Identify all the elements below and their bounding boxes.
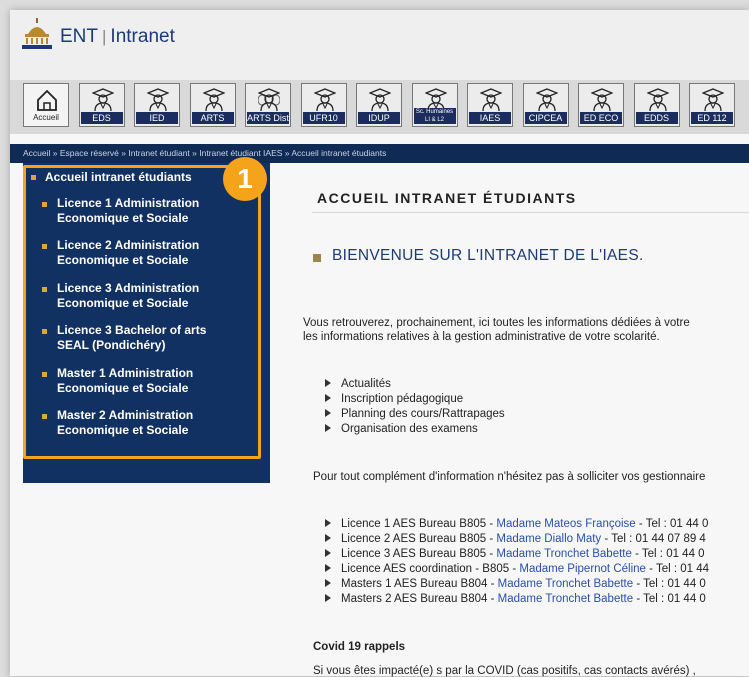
nav-item-label: ED ECO	[580, 112, 622, 124]
graduate-cloud-icon	[258, 88, 280, 112]
contact-link[interactable]: Madame Pipernot Céline	[519, 563, 646, 575]
logo-ent-text: ENT	[60, 26, 98, 47]
graduate-icon	[369, 88, 391, 112]
graduate-icon	[480, 88, 502, 112]
home-icon	[37, 89, 57, 111]
contact-link[interactable]: Madame Tronchet Babette	[498, 578, 634, 590]
contact-link[interactable]: Madame Tronchet Babette	[498, 593, 634, 605]
triangle-bullet-icon	[325, 409, 331, 417]
logo-separator: |	[102, 27, 107, 46]
graduate-icon	[646, 88, 669, 112]
contact-phone: - Tel : 01 44 0	[633, 593, 706, 605]
triangle-bullet-icon	[325, 379, 331, 387]
triangle-bullet-icon	[325, 549, 331, 557]
contact-link[interactable]: Madame Diallo Maty	[496, 533, 601, 545]
contact-phone: - Tel : 01 44 07 89 4	[601, 533, 706, 545]
topic-label: Actualités	[341, 378, 391, 390]
breadcrumb: Accueil » Espace réservé » Intranet étud…	[10, 144, 749, 163]
nav-item-label: ARTS Dist	[247, 112, 289, 124]
contact-item: Masters 1 AES Bureau B804 - Madame Tronc…	[325, 578, 706, 590]
triangle-bullet-icon	[325, 519, 331, 527]
nav-item-label: Accueil	[33, 113, 59, 122]
contact-intro: Pour tout complément d'information n'hés…	[313, 471, 706, 483]
nav-item-accueil[interactable]: Accueil	[23, 83, 69, 127]
contact-item: Licence 1 AES Bureau B805 - Madame Mateo…	[325, 518, 708, 530]
nav-item-iaes[interactable]: IAES	[467, 83, 513, 127]
graduate-icon	[591, 88, 613, 112]
contact-item: Licence 2 AES Bureau B805 - Madame Diall…	[325, 533, 706, 545]
nav-item-sc-humaines-li-l2[interactable]: Sc. Humaines LI & L2	[411, 83, 458, 127]
nav-item-label: UFR10	[302, 112, 345, 124]
contact-phone: - Tel : 01 44 0	[635, 518, 709, 530]
nav-item-eds[interactable]: EDS	[78, 83, 125, 127]
page-title: ACCUEIL INTRANET ÉTUDIANTS	[317, 190, 577, 206]
graduate-icon	[147, 88, 169, 112]
nav-item-label: Sc. Humaines LI & L2	[413, 108, 456, 124]
triangle-bullet-icon	[325, 534, 331, 542]
nav-item-arts[interactable]: ARTS	[189, 83, 236, 127]
triangle-bullet-icon	[325, 594, 331, 602]
contact-phone: - Tel : 01 44 0	[631, 548, 705, 560]
logo-intranet-text: Intranet	[110, 26, 175, 47]
contact-prefix: Licence 1 AES Bureau B805 -	[341, 518, 497, 530]
contact-prefix: Masters 1 AES Bureau B804 -	[341, 578, 498, 590]
topic-item: Inscription pédagogique	[325, 393, 463, 405]
nav-item-label: ED 112	[691, 112, 733, 124]
covid-title: Covid 19 rappels	[313, 641, 406, 653]
contact-phone: - Tel : 01 44	[645, 563, 710, 575]
graduate-icon	[202, 88, 225, 112]
topic-label: Planning des cours/Rattrapages	[341, 408, 505, 420]
contact-link[interactable]: Madame Mateos Françoise	[496, 518, 635, 530]
contact-prefix: Licence AES coordination - B805 -	[341, 563, 520, 575]
contact-prefix: Licence 3 AES Bureau B805 -	[341, 548, 497, 560]
graduate-icon	[702, 88, 724, 112]
ent-logo[interactable]: ENT | Intranet	[20, 18, 175, 50]
nav-item-label: IED	[136, 112, 178, 124]
nav-item-ed-112[interactable]: ED 112	[689, 83, 735, 127]
topic-label: Organisation des examens	[341, 423, 478, 435]
contact-item: Masters 2 AES Bureau B804 - Madame Tronc…	[325, 593, 706, 605]
sidebar-highlight-frame	[23, 165, 261, 459]
topic-item: Organisation des examens	[325, 423, 478, 435]
nav-item-label: ARTS	[191, 112, 234, 124]
covid-text: Si vous êtes impacté(e) s par la COVID (…	[313, 665, 696, 677]
contact-phone: - Tel : 01 44 0	[633, 578, 706, 590]
nav-item-edds[interactable]: EDDS	[633, 83, 680, 127]
triangle-bullet-icon	[325, 424, 331, 432]
nav-item-label: EDS	[80, 112, 123, 124]
intro-text-line1: Vous retrouverez, prochainement, ici tou…	[303, 317, 690, 329]
welcome-heading: BIENVENUE SUR L'INTRANET DE L'IAES.	[332, 247, 644, 264]
pantheon-logo-icon	[22, 18, 52, 49]
nav-item-label: IAES	[469, 112, 511, 124]
triangle-bullet-icon	[325, 394, 331, 402]
nav-item-arts-dist[interactable]: ARTS Dist	[245, 83, 291, 127]
heading-square-icon	[313, 254, 321, 262]
nav-item-ed-eco[interactable]: ED ECO	[578, 83, 624, 127]
graduate-icon	[535, 88, 558, 112]
nav-item-label: CIPCEA	[524, 112, 567, 124]
nav-item-label: IDUP	[358, 112, 400, 124]
nav-item-ied[interactable]: IED	[134, 83, 180, 127]
contact-item: Licence AES coordination - B805 - Madame…	[325, 563, 709, 575]
title-divider	[312, 212, 749, 213]
topic-item: Planning des cours/Rattrapages	[325, 408, 505, 420]
nav-item-ufr10[interactable]: UFR10	[300, 83, 347, 127]
nav-item-cipcea[interactable]: CIPCEA	[522, 83, 569, 127]
nav-item-idup[interactable]: IDUP	[356, 83, 402, 127]
triangle-bullet-icon	[325, 564, 331, 572]
intro-text-line2: les informations relatives à la gestion …	[303, 331, 660, 343]
triangle-bullet-icon	[325, 579, 331, 587]
contact-item: Licence 3 AES Bureau B805 - Madame Tronc…	[325, 548, 705, 560]
contact-link[interactable]: Madame Tronchet Babette	[496, 548, 632, 560]
nav-item-label: EDDS	[635, 112, 678, 124]
step-badge: 1	[223, 157, 267, 201]
topic-label: Inscription pédagogique	[341, 393, 464, 405]
graduate-icon	[313, 88, 336, 112]
contact-prefix: Masters 2 AES Bureau B804 -	[341, 593, 498, 605]
header-bar: ENT | Intranet	[10, 10, 749, 80]
topic-item: Actualités	[325, 378, 391, 390]
graduate-icon	[91, 88, 114, 112]
contact-prefix: Licence 2 AES Bureau B805 -	[341, 533, 497, 545]
